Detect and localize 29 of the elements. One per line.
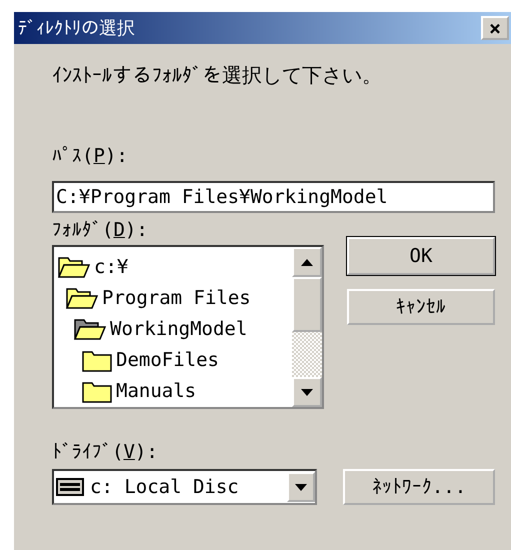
window-title: ﾃﾞｨﾚｸﾄﾘの選択 xyxy=(18,17,135,40)
down-arrow-icon xyxy=(301,388,313,396)
drive-label: ﾄﾞﾗｲﾌﾞ(V): xyxy=(52,441,159,463)
scroll-up-button[interactable] xyxy=(292,247,322,277)
instruction-text: ｲﾝｽﾄｰﾙするﾌｫﾙﾀﾞを選択して下さい。 xyxy=(52,62,383,89)
folder-item[interactable]: DemoFiles xyxy=(54,344,292,375)
network-button[interactable]: ﾈｯﾄﾜｰｸ... xyxy=(343,469,495,505)
open-folder-icon xyxy=(66,286,98,310)
down-arrow-icon xyxy=(295,484,307,490)
open-folder-icon xyxy=(58,254,90,278)
folder-list[interactable]: c:¥ Program Files WorkingModel DemoFiles Manuals xyxy=(52,245,324,409)
scroll-down-button[interactable] xyxy=(292,377,322,407)
drive-dropdown[interactable]: c: Local Disc xyxy=(52,469,317,505)
folder-item[interactable]: Program Files xyxy=(54,282,292,313)
folder-item[interactable]: WorkingModel xyxy=(54,313,292,344)
scroll-thumb[interactable] xyxy=(292,277,322,332)
folder-item[interactable]: Manuals xyxy=(54,375,292,406)
cancel-button[interactable]: ｷｬﾝｾﾙ xyxy=(347,289,495,325)
path-field[interactable]: C:¥Program Files¥WorkingModel xyxy=(52,181,495,213)
up-arrow-icon xyxy=(301,258,313,266)
dropdown-button[interactable] xyxy=(287,472,315,502)
close-button[interactable]: × xyxy=(481,16,509,40)
drive-icon xyxy=(56,478,84,496)
folder-label: ﾌｫﾙﾀﾞ(D): xyxy=(52,219,149,241)
open-folder-icon xyxy=(74,316,106,340)
scrollbar[interactable] xyxy=(292,247,322,407)
folder-item[interactable]: c:¥ xyxy=(54,251,292,282)
path-label: ﾊﾟｽ(P): xyxy=(52,145,129,167)
ok-button[interactable]: OK xyxy=(347,237,495,275)
